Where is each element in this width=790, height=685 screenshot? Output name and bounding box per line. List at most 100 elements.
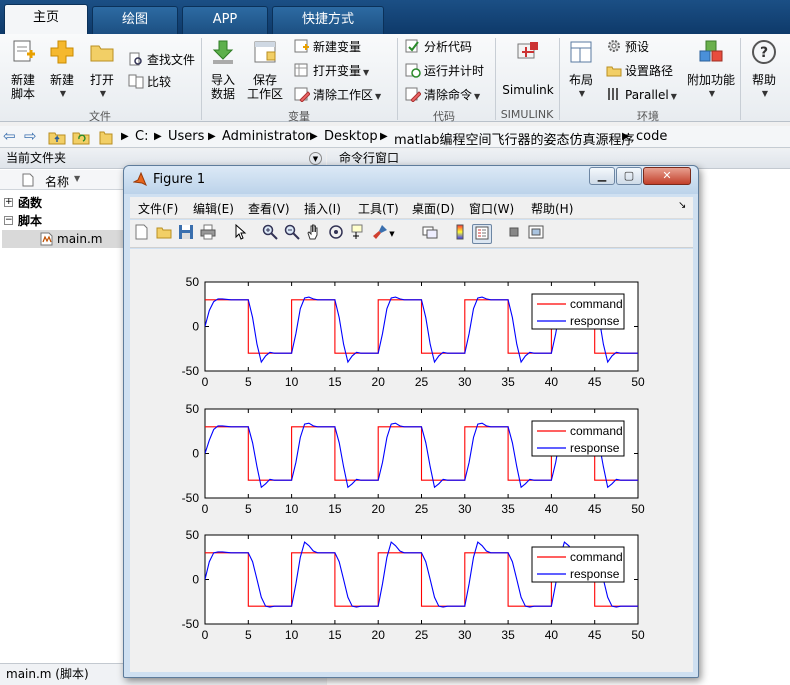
browse-folder-icon[interactable] xyxy=(72,129,90,149)
tree-item-scripts-label: 脚本 xyxy=(18,214,43,228)
analyze-code-button[interactable]: 分析代码 xyxy=(405,37,472,57)
pointer-icon[interactable] xyxy=(230,223,250,244)
layout-button[interactable]: 布局 ▼ xyxy=(564,38,598,101)
minimize-icon: ▁ xyxy=(597,169,607,182)
breadcrumb-separator-icon: ▶ xyxy=(622,131,630,142)
forward-icon[interactable]: ⇨ xyxy=(24,127,37,145)
help-button[interactable]: ? 帮助 ▼ xyxy=(746,38,782,101)
close-icon: ✕ xyxy=(662,169,672,182)
tab-shortcuts[interactable]: 快捷方式 xyxy=(272,6,384,34)
dock-arrow-icon[interactable]: ↘ xyxy=(678,200,686,211)
pan-hand-icon[interactable] xyxy=(304,224,324,244)
y-tick-label: -50 xyxy=(182,617,200,631)
collapse-icon[interactable]: − xyxy=(4,216,13,225)
analyze-code-label: 分析代码 xyxy=(424,40,473,54)
parallel-label: Parallel xyxy=(625,88,669,102)
save-icon[interactable] xyxy=(176,224,196,244)
hide-plot-tools-icon[interactable] xyxy=(504,224,524,244)
tab-home-label: 主页 xyxy=(32,10,59,25)
addons-button[interactable]: 附加功能 ▼ xyxy=(686,38,736,101)
legend-toggle-icon[interactable] xyxy=(472,224,492,244)
clear-commands-dropdown-icon[interactable]: ▼ xyxy=(474,92,480,101)
breadcrumb-desktop[interactable]: Desktop xyxy=(324,129,378,144)
import-data-button[interactable]: 导入 数据 xyxy=(208,38,238,101)
save-workspace-button[interactable]: 保存 工作区 xyxy=(246,38,284,101)
rotate-3d-icon[interactable] xyxy=(326,224,346,244)
x-tick-label: 45 xyxy=(588,502,602,516)
set-path-icon xyxy=(606,66,622,77)
maximize-button[interactable]: ▢ xyxy=(616,167,642,185)
y-tick-label: 0 xyxy=(192,573,199,587)
compare-button[interactable]: 比较 xyxy=(128,72,171,92)
parallel-dropdown-icon[interactable]: ▼ xyxy=(671,92,677,101)
print-icon[interactable] xyxy=(198,224,218,244)
name-column-header[interactable]: 名称 xyxy=(45,173,69,190)
zoom-in-icon[interactable] xyxy=(260,224,280,244)
brush-dropdown-icon[interactable]: ▼ xyxy=(386,224,398,244)
show-plot-tools-icon[interactable] xyxy=(526,224,546,244)
subplot-1: 0 5 10 15 20 25 30 35 40 45 50-50050commandrespons… xyxy=(182,275,645,389)
preferences-label: 预设 xyxy=(625,40,650,54)
data-cursor-icon[interactable] xyxy=(348,224,368,244)
minimize-button[interactable]: ▁ xyxy=(589,167,615,185)
back-icon[interactable]: ⇦ xyxy=(3,127,16,145)
open-file-icon[interactable] xyxy=(154,224,174,244)
menu-insert[interactable]: 插入(I) xyxy=(304,200,341,217)
breadcrumb-users[interactable]: Users xyxy=(168,129,204,144)
new-variable-icon xyxy=(294,39,309,53)
new-figure-icon[interactable] xyxy=(132,224,152,244)
x-tick-label: 5 xyxy=(245,628,252,642)
expand-icon[interactable]: + xyxy=(4,198,13,207)
panel-menu-icon[interactable]: ▼ xyxy=(309,152,322,165)
up-folder-icon[interactable] xyxy=(48,129,66,149)
figure-title-bar[interactable]: Figure 1 ▁ ▢ ✕ xyxy=(124,166,698,194)
new-button[interactable]: 新建 ▼ xyxy=(46,38,78,101)
menu-tools[interactable]: 工具(T) xyxy=(358,200,399,217)
find-files-button[interactable]: 查找文件 xyxy=(128,50,195,70)
figure-window[interactable]: Figure 1 ▁ ▢ ✕ 文件(F) 编辑(E) 查看(V) 插入(I) 工… xyxy=(123,165,699,678)
preferences-button[interactable]: 预设 xyxy=(606,37,649,57)
menu-desktop[interactable]: 桌面(D) xyxy=(412,200,455,217)
breadcrumb-drive[interactable]: C: xyxy=(135,129,148,144)
breadcrumb-administrator[interactable]: Administrator xyxy=(222,129,311,144)
clear-workspace-button[interactable]: 清除工作区 ▼ xyxy=(294,85,381,105)
figure-canvas[interactable]: 0 5 10 15 20 25 30 35 40 45 50 -50 0 50 command respons… xyxy=(130,249,693,672)
menu-window[interactable]: 窗口(W) xyxy=(469,200,514,217)
open-variable-dropdown-icon[interactable]: ▼ xyxy=(363,68,369,77)
tab-apps[interactable]: APP xyxy=(182,6,268,34)
run-and-time-button[interactable]: 运行并计时 xyxy=(405,61,484,81)
menu-view[interactable]: 查看(V) xyxy=(248,200,290,217)
breadcrumb-project-folder[interactable]: matlab编程空间飞行器的姿态仿真源程序 xyxy=(394,129,635,148)
new-variable-button[interactable]: 新建变量 xyxy=(294,37,361,57)
sort-down-icon[interactable]: ▼ xyxy=(74,174,80,183)
link-plot-icon[interactable] xyxy=(420,224,440,244)
x-tick-label: 20 xyxy=(372,375,386,389)
menu-help[interactable]: 帮助(H) xyxy=(531,200,573,217)
x-tick-label: 0 xyxy=(202,375,209,389)
close-button[interactable]: ✕ xyxy=(643,167,691,185)
parallel-button[interactable]: Parallel ▼ xyxy=(606,85,677,105)
colorbar-icon[interactable] xyxy=(450,224,470,244)
open-variable-button[interactable]: 打开变量 ▼ xyxy=(294,61,369,81)
clear-commands-button[interactable]: 清除命令 ▼ xyxy=(405,85,480,105)
menu-file[interactable]: 文件(F) xyxy=(138,200,178,217)
clear-workspace-icon xyxy=(294,87,310,102)
breadcrumb-separator-icon: ▶ xyxy=(121,131,129,142)
new-script-button[interactable]: 新建 脚本 xyxy=(6,38,40,101)
x-tick-label: 45 xyxy=(588,375,602,389)
save-workspace-icon xyxy=(254,41,276,63)
simulink-button[interactable]: Simulink xyxy=(502,38,554,97)
svg-text:?: ? xyxy=(760,45,768,61)
x-tick-label: 5 xyxy=(245,375,252,389)
zoom-out-icon[interactable] xyxy=(282,224,302,244)
group-label-environment: 环境 xyxy=(637,110,659,123)
x-tick-label: 10 xyxy=(285,375,299,389)
set-path-button[interactable]: 设置路径 xyxy=(606,61,673,81)
open-button[interactable]: 打开 ▼ xyxy=(86,38,118,101)
tab-home[interactable]: 主页 xyxy=(4,4,88,34)
tab-plots-label: 绘图 xyxy=(121,12,148,27)
breadcrumb-code[interactable]: code xyxy=(636,129,667,144)
clear-workspace-dropdown-icon[interactable]: ▼ xyxy=(375,92,381,101)
tab-plots[interactable]: 绘图 xyxy=(92,6,178,34)
menu-edit[interactable]: 编辑(E) xyxy=(193,200,234,217)
